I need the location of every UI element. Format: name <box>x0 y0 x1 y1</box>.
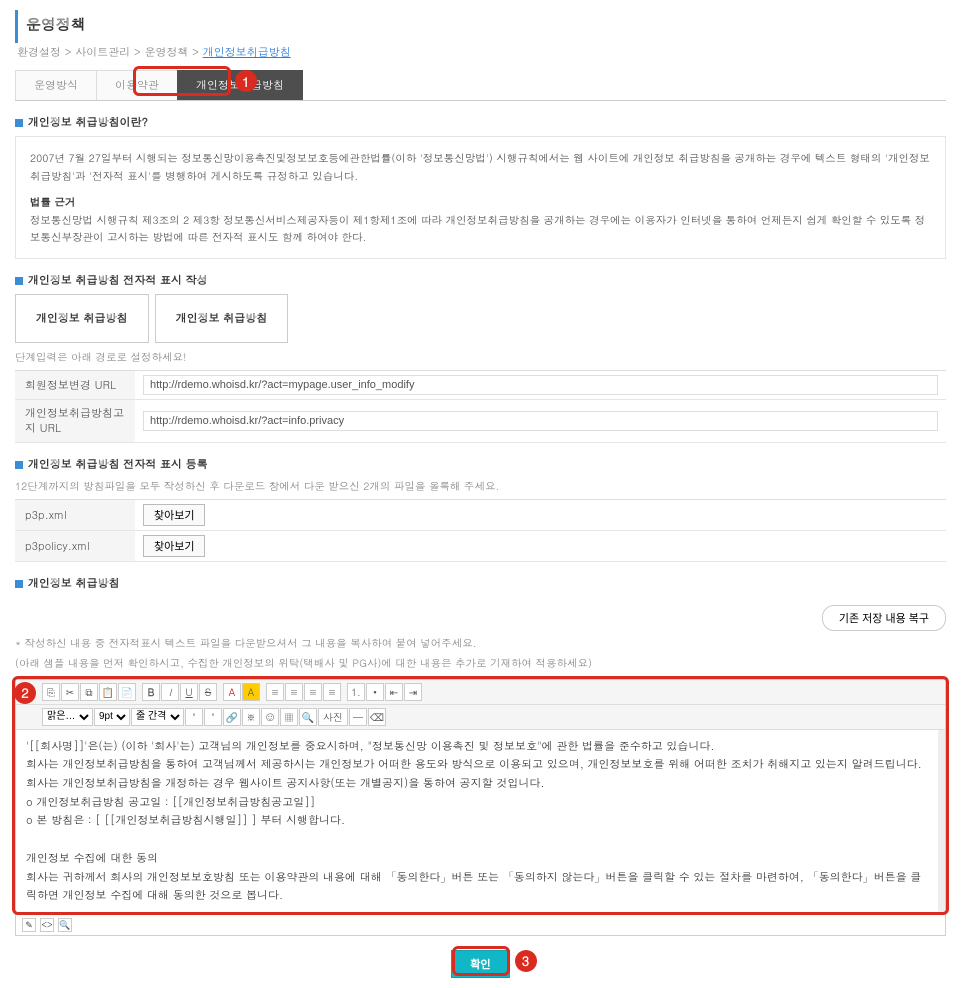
emoji-icon[interactable]: ☺ <box>261 708 279 726</box>
font-size-select[interactable]: 9pt <box>94 708 130 726</box>
align-center-icon[interactable]: ≡ <box>285 683 303 701</box>
mode-wysiwyg-icon[interactable]: ✎ <box>22 918 36 932</box>
browse-button-1[interactable]: 찾아보기 <box>143 535 205 557</box>
file-label-1: p3policy.xml <box>15 531 135 562</box>
editor-line: 회사는 귀하께서 회사의 개인정보보호방침 또는 이용약관의 내용에 대해 「동… <box>26 869 928 906</box>
url-input-1[interactable] <box>143 411 938 431</box>
image-button[interactable]: 사진 <box>318 708 348 726</box>
browse-button-0[interactable]: 찾아보기 <box>143 504 205 526</box>
mode-preview-icon[interactable]: 🔍 <box>58 918 72 932</box>
editor-line: 개인정보 수집에 대한 동의 <box>26 850 928 869</box>
path-hint: 단계입력은 아래 경로로 설정하세요! <box>15 349 946 364</box>
list-ul-icon[interactable]: • <box>366 683 384 701</box>
section-heading-1: 개인정보 취급방침이란? <box>15 115 946 136</box>
strike-icon[interactable]: S <box>199 683 217 701</box>
crumb-0[interactable]: 환경설정 <box>17 45 61 60</box>
align-left-icon[interactable]: ≡ <box>266 683 284 701</box>
quote-close-icon[interactable]: " <box>204 708 222 726</box>
restore-button[interactable]: 기존 저장 내용 복구 <box>822 605 946 631</box>
font-family-select[interactable]: 맑은… <box>42 708 93 726</box>
editor-line: 회사는 개인정보취급방침을 개정하는 경우 웹사이트 공지사항(또는 개별공지)… <box>26 775 928 794</box>
info-box: 2007년 7월 27일부터 시행되는 정보통신망이용촉진및정보보호등에관한법률… <box>15 136 946 259</box>
quote-open-icon[interactable]: " <box>185 708 203 726</box>
remove-format-icon[interactable]: ⌫ <box>368 708 386 726</box>
policy-box-1[interactable]: 개인정보 취급방침 <box>15 294 149 343</box>
url-table: 회원정보변경 URL 개인정보취급방침고지 URL <box>15 370 946 443</box>
upload-hint: 12단계까지의 방침파일을 모두 작성하신 후 다운로드 창에서 다운 받으신 … <box>15 478 946 493</box>
info-sub-h: 법률 근거 <box>30 193 931 211</box>
table-row: p3p.xml 찾아보기 <box>15 500 946 531</box>
table-row: 회원정보변경 URL <box>15 371 946 400</box>
tab-operation[interactable]: 운영방식 <box>15 70 97 100</box>
table-row: p3policy.xml 찾아보기 <box>15 531 946 562</box>
tabs: 운영방식 이용약관 개인정보취급방침 1 <box>15 70 946 101</box>
scrollbar[interactable] <box>938 730 945 914</box>
editor-line: '[[회사명]]'은(는) (이하 '회사'는) 고객님의 개인정보를 중요시하… <box>26 738 928 757</box>
mode-html-icon[interactable]: <> <box>40 918 54 932</box>
bold-icon[interactable]: B <box>142 683 160 701</box>
crumb-1[interactable]: 사이트관리 <box>75 45 130 60</box>
info-p2: 정보통신망법 시행규칙 제3조의 2 제3항 정보통신서비스제공자등이 제1항제… <box>30 211 931 247</box>
marker-2: 2 <box>14 682 36 704</box>
tab-terms[interactable]: 이용약관 <box>96 70 178 100</box>
file-label-0: p3p.xml <box>15 500 135 531</box>
underline-icon[interactable]: U <box>180 683 198 701</box>
marker-1: 1 <box>235 70 257 92</box>
crumb-current[interactable]: 개인정보취급방침 <box>203 45 291 60</box>
section-heading-4: 개인정보 취급방침 <box>15 576 946 597</box>
fontcolor-icon[interactable]: A <box>223 683 241 701</box>
align-justify-icon[interactable]: ≡ <box>323 683 341 701</box>
bgcolor-icon[interactable]: A <box>242 683 260 701</box>
editor-footer: ✎ <> 🔍 <box>16 914 945 935</box>
url-input-0[interactable] <box>143 375 938 395</box>
submit-button[interactable]: 확인 <box>451 950 509 978</box>
editor-line: ο 본 방침은 : [ [[개인정보취급방침시행일]] ] 부터 시행합니다. <box>26 812 928 831</box>
policy-box-2[interactable]: 개인정보 취급방침 <box>155 294 289 343</box>
editor-toolbar-row1: ⎘ ✂ ⧉ 📋 📄 B I U S A A ≡ ≡ ≡ ≡ 1. • ⇤ ⇥ <box>16 680 945 705</box>
line-height-select[interactable]: 줄 간격 <box>131 708 184 726</box>
paste-icon[interactable]: 📋 <box>99 683 117 701</box>
url-label-0: 회원정보변경 URL <box>15 371 135 400</box>
list-ol-icon[interactable]: 1. <box>347 683 365 701</box>
rich-text-editor: 2 ⎘ ✂ ⧉ 📋 📄 B I U S A A ≡ ≡ ≡ ≡ 1. • ⇤ ⇥… <box>15 679 946 936</box>
breadcrumb: 환경설정 > 사이트관리 > 운영정책 > 개인정보취급방침 <box>15 43 946 70</box>
page-title: 운영정책 <box>15 10 946 43</box>
paste-plain-icon[interactable]: 📄 <box>118 683 136 701</box>
copy-icon[interactable]: ⧉ <box>80 683 98 701</box>
upload-table: p3p.xml 찾아보기 p3policy.xml 찾아보기 <box>15 499 946 562</box>
editor-line: ο 개인정보취급방침 공고일 : [[개인정보취급방침공고일]] <box>26 794 928 813</box>
italic-icon[interactable]: I <box>161 683 179 701</box>
align-right-icon[interactable]: ≡ <box>304 683 322 701</box>
section-heading-2: 개인정보 취급방침 전자적 표시 작성 <box>15 273 946 294</box>
hr-icon[interactable]: — <box>349 708 367 726</box>
cut-icon[interactable]: ✂ <box>61 683 79 701</box>
url-label-1: 개인정보취급방침고지 URL <box>15 400 135 443</box>
editor-body[interactable]: '[[회사명]]'은(는) (이하 '회사'는) 고객님의 개인정보를 중요시하… <box>16 730 938 914</box>
footnote-2: (아래 샘플 내용을 먼저 확인하시고, 수집한 개인정보의 위탁(택배사 및 … <box>15 655 946 671</box>
find-icon[interactable]: 🔍 <box>299 708 317 726</box>
table-icon[interactable]: ▦ <box>280 708 298 726</box>
indent-icon[interactable]: ⇥ <box>404 683 422 701</box>
crumb-2[interactable]: 운영정책 <box>144 45 188 60</box>
editor-toolbar-row2: 맑은… 9pt 줄 간격 " " 🔗 ※ ☺ ▦ 🔍 사진 — ⌫ <box>16 705 945 730</box>
source-icon[interactable]: ⎘ <box>42 683 60 701</box>
info-p1: 2007년 7월 27일부터 시행되는 정보통신망이용촉진및정보보호등에관한법률… <box>30 149 931 185</box>
editor-line: 회사는 개인정보취급방침을 통하여 고객님께서 제공하시는 개인정보가 어떠한 … <box>26 756 928 775</box>
section-heading-3: 개인정보 취급방침 전자적 표시 등록 <box>15 457 946 478</box>
special-char-icon[interactable]: ※ <box>242 708 260 726</box>
outdent-icon[interactable]: ⇤ <box>385 683 403 701</box>
footnote-1: * 작성하신 내용 중 전자적표시 텍스트 파일을 다운받으셔서 그 내용을 복… <box>15 635 946 651</box>
marker-3: 3 <box>515 950 537 972</box>
link-icon[interactable]: 🔗 <box>223 708 241 726</box>
table-row: 개인정보취급방침고지 URL <box>15 400 946 443</box>
